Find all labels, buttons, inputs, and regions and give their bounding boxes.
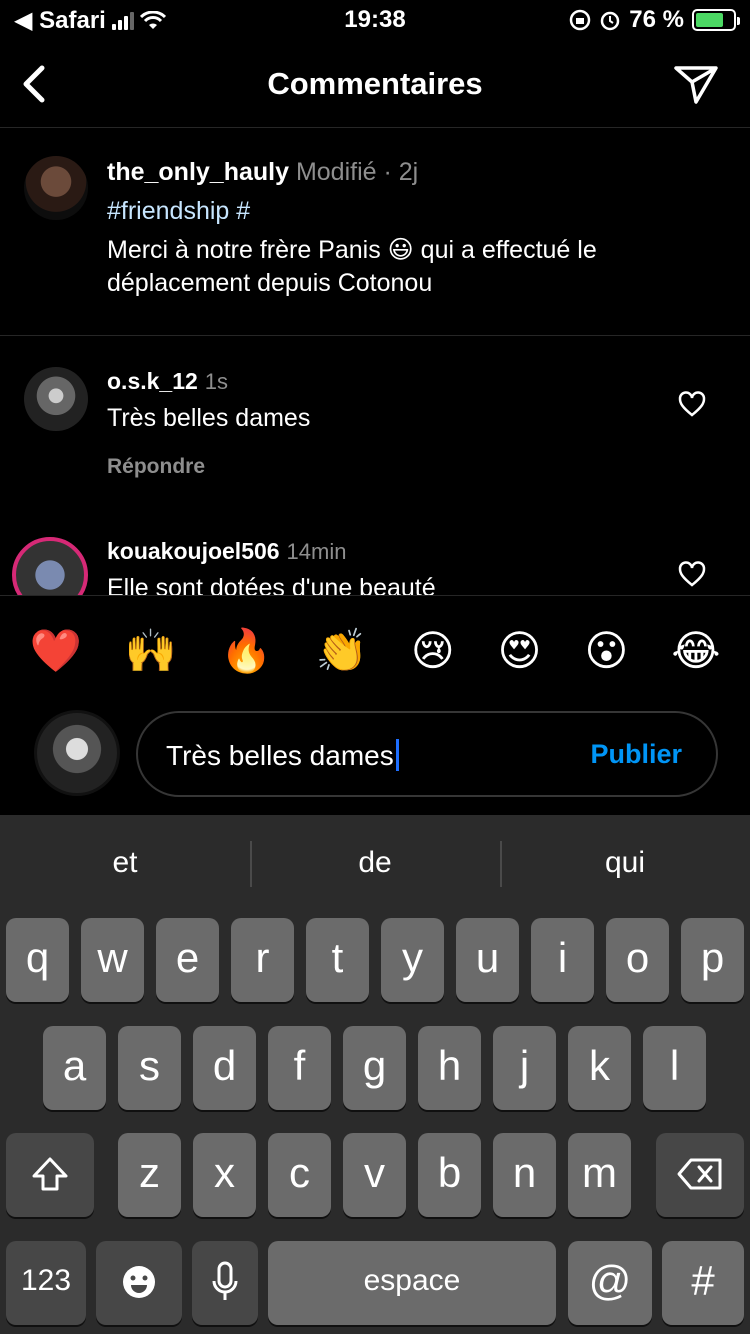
key-u[interactable]: u <box>456 918 519 1002</box>
avatar[interactable] <box>24 156 88 220</box>
hash-key[interactable]: # <box>662 1241 744 1325</box>
microphone-icon <box>212 1261 238 1301</box>
key-s[interactable]: s <box>118 1026 181 1110</box>
status-bar: ◀ Safari 19:38 76 % <box>0 0 750 40</box>
comment-input-field[interactable]: Très belles dames Publier <box>136 711 718 797</box>
comment-time: 1s <box>204 369 228 394</box>
key-h[interactable]: h <box>418 1026 481 1110</box>
caption-text-block: the_only_hauly Modifié · 2j #friendship … <box>107 156 727 300</box>
emoji-surprised-button[interactable]: 😮 <box>584 629 628 672</box>
emoji-key[interactable] <box>96 1241 182 1325</box>
key-x[interactable]: x <box>193 1133 256 1217</box>
heart-icon[interactable] <box>678 391 706 417</box>
header: Commentaires <box>0 40 750 128</box>
key-e[interactable]: e <box>156 918 219 1002</box>
battery-fill <box>696 13 724 27</box>
caption-body: Merci à notre frère Panis 😃 qui a effect… <box>107 236 597 297</box>
caption-hashtags[interactable]: #friendship # <box>107 195 727 228</box>
at-key[interactable]: @ <box>568 1241 652 1325</box>
comment-body: o.s.k_12 1s Très belles dames Répondre <box>107 367 667 479</box>
comment-text: Elle sont dotées d'une beauté <box>107 574 436 595</box>
key-f[interactable]: f <box>268 1026 331 1110</box>
comment-input-value: Très belles dames <box>166 740 394 771</box>
suggestion-item[interactable]: qui <box>500 815 750 911</box>
comment-body: kouakoujoel506 14min Elle sont dotées d'… <box>107 537 667 595</box>
heart-icon[interactable] <box>678 561 706 587</box>
key-v[interactable]: v <box>343 1133 406 1217</box>
key-o[interactable]: o <box>606 918 669 1002</box>
space-key[interactable]: espace <box>268 1241 556 1325</box>
reply-button[interactable]: Répondre <box>107 455 667 479</box>
emoji-heart-eyes-button[interactable]: 😍 <box>498 629 542 672</box>
key-z[interactable]: z <box>118 1133 181 1217</box>
emoji-fire-button[interactable]: 🔥 <box>220 629 272 672</box>
key-p[interactable]: p <box>681 918 744 1002</box>
emoji-clap-button[interactable]: 👏 <box>316 629 368 672</box>
emoji-heart-button[interactable]: ❤️ <box>30 629 82 672</box>
suggestion-item[interactable]: de <box>250 815 500 911</box>
key-j[interactable]: j <box>493 1026 556 1110</box>
dictation-key[interactable] <box>192 1241 258 1325</box>
key-m[interactable]: m <box>568 1133 631 1217</box>
comment-username[interactable]: o.s.k_12 <box>107 368 198 394</box>
key-k[interactable]: k <box>568 1026 631 1110</box>
comment-item: o.s.k_12 1s Très belles dames Répondre <box>0 337 750 517</box>
shift-key[interactable] <box>6 1133 94 1217</box>
numbers-key[interactable]: 123 <box>6 1241 86 1325</box>
backspace-icon <box>677 1158 722 1190</box>
key-a[interactable]: a <box>43 1026 106 1110</box>
shift-icon <box>32 1157 68 1191</box>
key-y[interactable]: y <box>381 918 444 1002</box>
caption-username[interactable]: the_only_hauly <box>107 158 289 186</box>
emoji-crying-button[interactable]: 😢 <box>411 629 455 672</box>
key-d[interactable]: d <box>193 1026 256 1110</box>
emoji-quick-bar: ❤️ 🙌 🔥 👏 😢 😍 😮 😂 <box>0 595 750 705</box>
comment-composer: Très belles dames Publier <box>0 705 750 815</box>
backspace-key[interactable] <box>656 1133 744 1217</box>
emoji-face-icon <box>123 1266 155 1299</box>
battery-percent: 76 % <box>629 6 684 33</box>
status-right: 76 % <box>569 6 740 34</box>
caption-meta: Modifié · 2j <box>295 158 419 186</box>
comment-text: Très belles dames <box>107 404 311 432</box>
key-c[interactable]: c <box>268 1133 331 1217</box>
comment-input[interactable]: Très belles dames <box>166 739 399 772</box>
comment-username[interactable]: kouakoujoel506 <box>107 538 280 564</box>
key-r[interactable]: r <box>231 918 294 1002</box>
suggestion-item[interactable]: et <box>0 815 250 911</box>
publish-button[interactable]: Publier <box>590 739 682 770</box>
comment-time: 14min <box>286 539 347 564</box>
emoji-laughing-button[interactable]: 😂 <box>671 629 720 672</box>
key-n[interactable]: n <box>493 1133 556 1217</box>
emoji-raised-hands-button[interactable]: 🙌 <box>125 629 177 672</box>
post-caption: the_only_hauly Modifié · 2j #friendship … <box>0 128 750 336</box>
rotation-lock-icon <box>570 9 591 31</box>
key-w[interactable]: w <box>81 918 144 1002</box>
avatar <box>34 710 120 796</box>
avatar[interactable] <box>12 537 88 595</box>
avatar[interactable] <box>24 367 88 431</box>
key-g[interactable]: g <box>343 1026 406 1110</box>
key-t[interactable]: t <box>306 918 369 1002</box>
key-b[interactable]: b <box>418 1133 481 1217</box>
paper-plane-icon[interactable] <box>672 62 720 106</box>
key-l[interactable]: l <box>643 1026 706 1110</box>
text-caret <box>395 739 399 771</box>
key-q[interactable]: q <box>6 918 69 1002</box>
keyboard: et de qui qwertyuiop asdfghjkl zxcvbnm 1… <box>0 815 750 1334</box>
page-title: Commentaires <box>267 66 483 101</box>
alarm-icon <box>601 11 620 31</box>
battery-icon <box>692 9 740 31</box>
keyboard-suggestions: et de qui <box>0 815 750 911</box>
comment-item: kouakoujoel506 14min Elle sont dotées d'… <box>0 517 750 595</box>
key-i[interactable]: i <box>531 918 594 1002</box>
